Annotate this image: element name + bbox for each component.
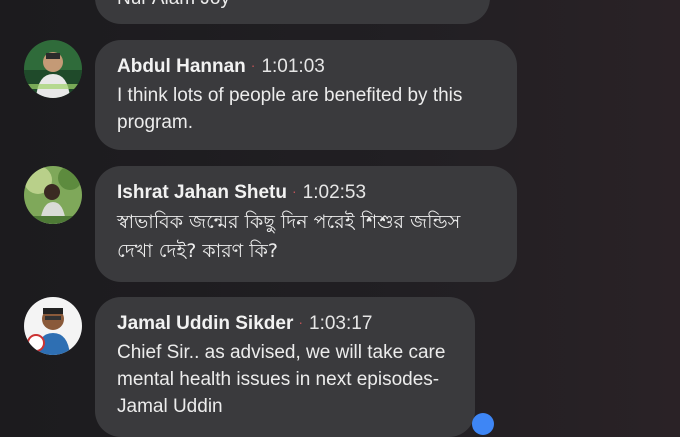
comment-timestamp[interactable]: 1:03:17: [309, 313, 372, 334]
author-name[interactable]: Jamal Uddin Sikder: [117, 313, 293, 334]
comment-feed: Nur Alam Joy Abdul Hannan·1:01:03 I thin…: [0, 0, 680, 437]
comment-header: Ishrat Jahan Shetu · 1:02:53: [117, 180, 495, 206]
comment-timestamp[interactable]: 1:01:03: [261, 56, 324, 77]
comment-timestamp[interactable]: 1:02:53: [303, 182, 366, 203]
comment-text: স্বাভাবিক জন্মের কিছু দিন পরেই শিশুর জন্…: [117, 211, 461, 262]
comment-text: Chief Sir.. as advised, we will take car…: [117, 342, 446, 417]
comment-bubble: Ishrat Jahan Shetu · 1:02:53 স্বাভাবিক জন্…: [95, 166, 517, 282]
comment-text: I think lots of people are benefited by …: [117, 85, 463, 133]
avatar[interactable]: [24, 297, 82, 355]
avatar[interactable]: [24, 166, 82, 224]
separator-dot: ·: [250, 57, 256, 73]
comment-bubble: Jamal Uddin Sikder · 1:03:17 Chief Sir.. a…: [95, 297, 475, 437]
comment-text: Nur Alam Joy: [117, 0, 230, 10]
author-name[interactable]: Ishrat Jahan Shetu: [117, 182, 287, 203]
comment-header: Jamal Uddin Sikder · 1:03:17: [117, 311, 453, 337]
separator-dot: ·: [298, 314, 304, 330]
avatar[interactable]: [24, 40, 82, 98]
comment-bubble: Abdul Hannan · 1:01:03 I think lots of peo…: [95, 40, 517, 150]
comment-header: Abdul Hannan · 1:01:03: [117, 54, 495, 80]
separator-dot: ·: [292, 183, 297, 199]
reaction-icon[interactable]: [472, 413, 494, 435]
author-name[interactable]: Abdul Hannan: [117, 56, 246, 77]
